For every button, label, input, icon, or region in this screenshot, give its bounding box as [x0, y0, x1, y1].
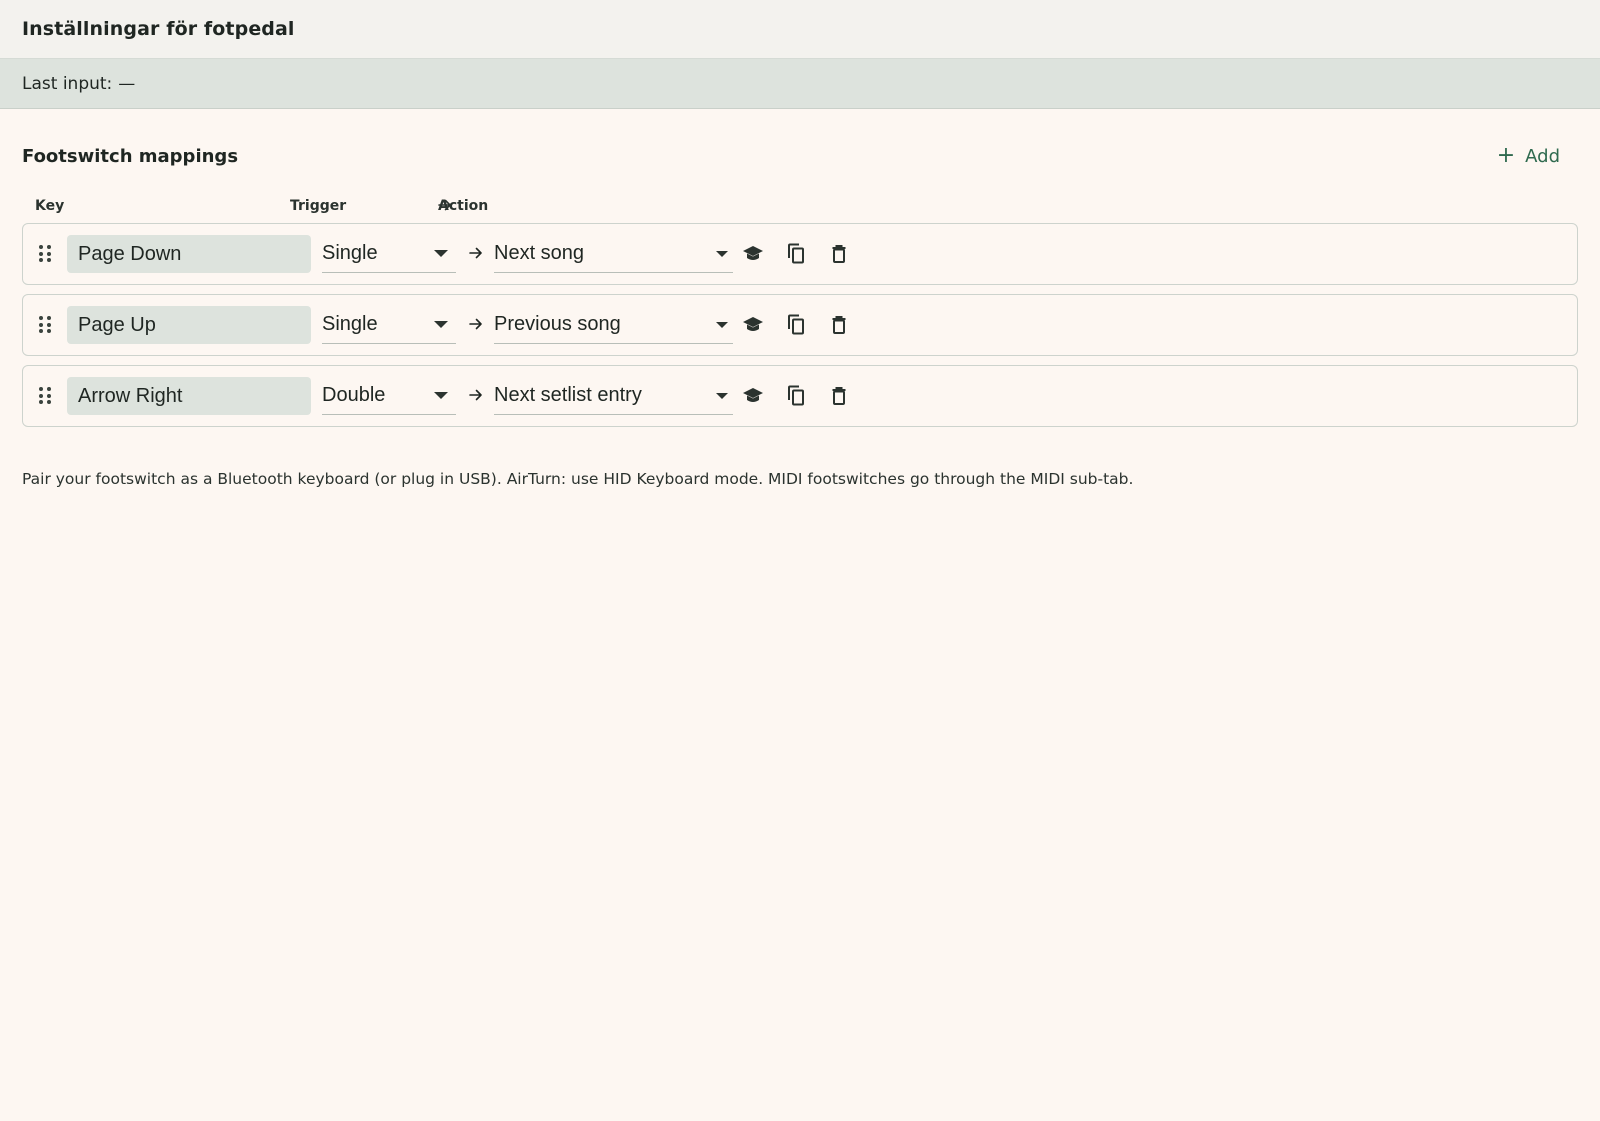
action-select[interactable]: Next setlist entry	[494, 377, 733, 415]
delete-button[interactable]	[825, 382, 853, 410]
last-input-label: Last input:	[22, 73, 113, 94]
key-field[interactable]: Page Up	[67, 306, 311, 344]
arrow-right-icon	[469, 247, 482, 259]
copy-icon	[788, 385, 804, 406]
chevron-down-icon	[716, 322, 728, 328]
last-input-bar: Last input: —	[0, 59, 1600, 109]
key-field[interactable]: Arrow Right	[67, 377, 311, 415]
plus-icon: +	[1496, 143, 1516, 168]
arrow-right-icon	[469, 389, 482, 401]
action-value: Previous song	[494, 313, 621, 335]
trigger-value: Single	[322, 242, 378, 264]
chevron-down-icon	[434, 392, 448, 399]
mapping-row: Page Down Single Next song	[22, 223, 1578, 285]
pairing-hint: Pair your footswitch as a Bluetooth keyb…	[22, 470, 1134, 488]
graduation-cap-icon	[743, 246, 763, 260]
mapping-list: Page Down Single Next song Page Up Singl…	[22, 223, 1578, 436]
copy-button[interactable]	[782, 311, 810, 339]
drag-handle-icon[interactable]	[39, 387, 51, 405]
key-field[interactable]: Page Down	[67, 235, 311, 273]
column-action: Action	[438, 198, 488, 214]
copy-button[interactable]	[782, 382, 810, 410]
learn-button[interactable]	[739, 240, 767, 268]
delete-button[interactable]	[825, 311, 853, 339]
chevron-down-icon	[716, 251, 728, 257]
chevron-down-icon	[434, 250, 448, 257]
copy-button[interactable]	[782, 240, 810, 268]
drag-handle-icon[interactable]	[39, 245, 51, 263]
add-label: Add	[1525, 145, 1560, 167]
mapping-row: Page Up Single Previous song	[22, 294, 1578, 356]
trash-icon	[832, 245, 846, 263]
arrow-right-icon	[469, 318, 482, 330]
action-value: Next song	[494, 242, 585, 264]
delete-button[interactable]	[825, 240, 853, 268]
trigger-value: Double	[322, 384, 386, 406]
trigger-select[interactable]: Double	[322, 377, 456, 415]
section-title: Footswitch mappings	[22, 145, 239, 167]
graduation-cap-icon	[743, 317, 763, 331]
column-headers: Key Trigger Action	[22, 198, 1578, 218]
last-input-value: —	[118, 73, 136, 94]
trash-icon	[832, 387, 846, 405]
title-bar: Inställningar för fotpedal	[0, 0, 1600, 59]
mapping-row: Arrow Right Double Next setlist entry	[22, 365, 1578, 427]
action-select[interactable]: Previous song	[494, 306, 733, 344]
add-mapping-button[interactable]: + Add	[1489, 139, 1578, 173]
column-trigger: Trigger	[290, 198, 347, 214]
trigger-select[interactable]: Single	[322, 235, 456, 273]
chevron-down-icon	[716, 393, 728, 399]
trigger-select[interactable]: Single	[322, 306, 456, 344]
trigger-value: Single	[322, 313, 378, 335]
learn-button[interactable]	[739, 311, 767, 339]
trash-icon	[832, 316, 846, 334]
copy-icon	[788, 243, 804, 264]
chevron-down-icon	[434, 321, 448, 328]
copy-icon	[788, 314, 804, 335]
column-key: Key	[35, 198, 65, 214]
action-value: Next setlist entry	[494, 384, 642, 406]
graduation-cap-icon	[743, 388, 763, 402]
section-header: Footswitch mappings + Add	[22, 136, 1578, 176]
learn-button[interactable]	[739, 382, 767, 410]
window-title: Inställningar för fotpedal	[22, 18, 295, 40]
action-select[interactable]: Next song	[494, 235, 733, 273]
column-action-label: Action	[438, 198, 489, 214]
drag-handle-icon[interactable]	[39, 316, 51, 334]
